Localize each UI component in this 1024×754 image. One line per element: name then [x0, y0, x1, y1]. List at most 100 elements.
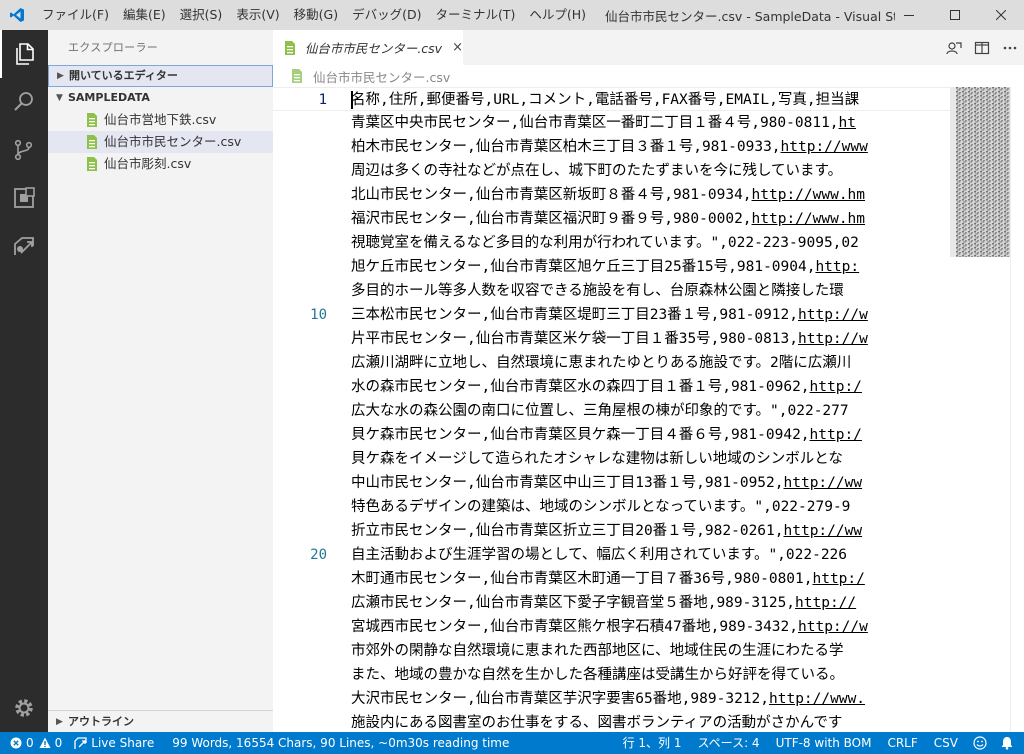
code-line[interactable]: 片平市民センター,仙台市青葉区米ケ袋一丁目１番35号,980-0813,http… — [273, 327, 950, 351]
code-line[interactable]: また、地域の豊かな自然を生かした各種講座は受講生から好評を得ている。 — [273, 663, 950, 687]
search-activity-button[interactable] — [0, 78, 48, 126]
code-link[interactable]: http://www. — [769, 691, 865, 707]
code-text: 折立市民センター,仙台市青葉区折立三丁目20番１号,982-0261,http:… — [351, 519, 862, 543]
extensions-activity-button[interactable] — [0, 174, 48, 222]
code-line[interactable]: 10 三本松市民センター,仙台市青葉区堤町三丁目23番１号,981-0912,ht… — [273, 303, 950, 327]
encoding-status[interactable]: UTF-8 with BOM — [768, 732, 880, 754]
menu-go[interactable]: 移動(G) — [287, 0, 345, 30]
code-link[interactable]: http://w — [798, 307, 868, 323]
minimap[interactable] — [950, 87, 1010, 732]
line-number — [273, 327, 327, 351]
code-line[interactable]: 青葉区中央市民センター,仙台市青葉区一番町二丁目１番４号,980-0811,ht — [273, 111, 950, 135]
code-link[interactable]: http://w — [798, 331, 868, 347]
minimize-icon — [904, 15, 914, 16]
code-line[interactable]: 多目的ホール等多人数を収容できる施設を有し、台原森林公園と隣接した環 — [273, 279, 950, 303]
tab-close-button[interactable]: × — [452, 40, 463, 55]
menu-view[interactable]: 表示(V) — [229, 0, 286, 30]
code-plain: 中山市民センター,仙台市青葉区中山三丁目13番１号,981-0952, — [351, 475, 784, 491]
maximize-button[interactable] — [932, 0, 978, 30]
menu-selection[interactable]: 選択(S) — [173, 0, 230, 30]
code-link[interactable]: http:/ — [810, 427, 862, 443]
open-preview-button[interactable] — [940, 34, 968, 62]
line-number — [273, 423, 327, 447]
code-line[interactable]: 旭ケ丘市民センター,仙台市青葉区旭ケ丘三丁目25番15号,981-0904,ht… — [273, 255, 950, 279]
folder-section[interactable]: ▼ SAMPLEDATA — [48, 87, 273, 109]
code-editor[interactable]: 1 名称,住所,郵便番号,URL,コメント,電話番号,FAX番号,EMAIL,写真… — [273, 87, 950, 732]
vertical-scrollbar[interactable] — [1010, 87, 1024, 732]
code-line[interactable]: 周辺は多くの寺社などが点在し、城下町のたたずまいを今に残しています。 — [273, 159, 950, 183]
code-line[interactable]: 20 自主活動および生涯学習の場として、幅広く利用されています。",022-226 — [273, 543, 950, 567]
code-line[interactable]: 折立市民センター,仙台市青葉区折立三丁目20番１号,982-0261,http:… — [273, 519, 950, 543]
file-item-civic-center[interactable]: 仙台市市民センター.csv — [48, 131, 273, 153]
problems-status[interactable]: 0 0 — [0, 732, 68, 754]
split-editor-button[interactable] — [968, 34, 996, 62]
code-line[interactable]: 大沢市民センター,仙台市青葉区芋沢字要害65番地,989-3212,http:/… — [273, 687, 950, 711]
code-link[interactable]: http://ww — [784, 523, 863, 539]
manage-activity-button[interactable] — [0, 684, 48, 732]
tab-civic-center-csv[interactable]: 仙台市市民センター.csv × — [273, 30, 463, 65]
file-item-sculpture[interactable]: 仙台市彫刻.csv — [48, 153, 273, 175]
source-control-activity-button[interactable] — [0, 126, 48, 174]
code-line[interactable]: 広瀬川湖畔に立地し、自然環境に恵まれたゆとりある施設です。2階に広瀬川 — [273, 351, 950, 375]
menu-debug[interactable]: デバッグ(D) — [345, 0, 428, 30]
code-link[interactable]: http: — [815, 259, 859, 275]
cursor-position-status[interactable]: 行 1、列 1 — [615, 732, 690, 754]
preview-icon — [946, 41, 962, 54]
notifications-button[interactable] — [994, 732, 1024, 754]
menu-edit[interactable]: 編集(E) — [116, 0, 173, 30]
menu-terminal[interactable]: ターミナル(T) — [428, 0, 522, 30]
csv-file-icon — [84, 156, 100, 172]
live-share-status[interactable]: Live Share — [68, 732, 160, 754]
open-editors-section[interactable]: ▶ 開いているエディター — [48, 65, 273, 87]
menu-help[interactable]: ヘルプ(H) — [522, 0, 593, 30]
code-line[interactable]: 北山市民センター,仙台市青葉区新坂町８番４号,981-0934,http://w… — [273, 183, 950, 207]
code-line[interactable]: 木町通市民センター,仙台市青葉区木町通一丁目７番36号,980-0801,htt… — [273, 567, 950, 591]
code-line[interactable]: 柏木市民センター,仙台市青葉区柏木三丁目３番１号,981-0933,http:/… — [273, 135, 950, 159]
outline-section[interactable]: ▶ アウトライン — [48, 710, 273, 732]
code-link[interactable]: http:// — [795, 595, 856, 611]
code-link[interactable]: http://ww — [784, 475, 863, 491]
code-plain: 旭ケ丘市民センター,仙台市青葉区旭ケ丘三丁目25番15号,981-0904, — [351, 259, 816, 275]
code-text: 施設内にある図書室のお仕事をする、図書ボランティアの活動がさかんです — [351, 711, 842, 732]
more-actions-button[interactable] — [996, 34, 1024, 62]
code-line[interactable]: 中山市民センター,仙台市青葉区中山三丁目13番１号,981-0952,http:… — [273, 471, 950, 495]
file-item-subway[interactable]: 仙台市営地下鉄.csv — [48, 109, 273, 131]
code-line[interactable]: 貝ケ森市民センター,仙台市青葉区貝ケ森一丁目４番６号,981-0942,http… — [273, 423, 950, 447]
live-share-activity-button[interactable] — [0, 222, 48, 270]
word-count-status[interactable]: 99 Words, 16554 Chars, 90 Lines, ~0m30s … — [166, 732, 515, 754]
editor-actions — [940, 30, 1024, 65]
code-line[interactable]: 福沢市民センター,仙台市青葉区福沢町９番９号,980-0002,http://w… — [273, 207, 950, 231]
code-link[interactable]: ht — [839, 115, 856, 131]
code-link[interactable]: http://www.hm — [752, 211, 866, 227]
code-line[interactable]: 広瀬市民センター,仙台市青葉区下愛子字観音堂５番地,989-3125,http:… — [273, 591, 950, 615]
breadcrumb-file[interactable]: 仙台市市民センター.csv — [313, 67, 450, 86]
code-line[interactable]: 水の森市民センター,仙台市青葉区水の森四丁目１番１号,981-0962,http… — [273, 375, 950, 399]
code-link[interactable]: http://www.hm — [752, 187, 866, 203]
close-window-button[interactable] — [978, 0, 1024, 30]
code-line[interactable]: 施設内にある図書室のお仕事をする、図書ボランティアの活動がさかんです — [273, 711, 950, 732]
code-line[interactable]: 市郊外の閑静な自然環境に恵まれた西部地区に、地域住民の生涯にわたる学 — [273, 639, 950, 663]
minimize-button[interactable] — [886, 0, 932, 30]
indentation-status[interactable]: スペース: 4 — [690, 732, 768, 754]
code-line[interactable]: 貝ケ森をイメージして造られたオシャレな建物は新しい地域のシンボルとな — [273, 447, 950, 471]
code-text: 多目的ホール等多人数を収容できる施設を有し、台原森林公園と隣接した環 — [351, 279, 844, 303]
code-line[interactable]: 1 名称,住所,郵便番号,URL,コメント,電話番号,FAX番号,EMAIL,写真… — [273, 87, 950, 111]
code-text: 宮城西市民センター,仙台市青葉区熊ケ根字石積47番地,989-3432,http… — [351, 615, 868, 639]
code-line[interactable]: 宮城西市民センター,仙台市青葉区熊ケ根字石積47番地,989-3432,http… — [273, 615, 950, 639]
minimap-slider[interactable] — [950, 87, 1010, 257]
language-status[interactable]: CSV — [926, 732, 966, 754]
code-link[interactable]: http://w — [798, 619, 868, 635]
feedback-button[interactable] — [966, 732, 994, 754]
code-line[interactable]: 特色あるデザインの建築は、地域のシンボルとなっています。",022-279-9 — [273, 495, 950, 519]
window-title: 仙台市市民センター.csv - SampleData - Visual Stud… — [605, 8, 895, 24]
code-link[interactable]: http:/ — [812, 571, 864, 587]
menu-file[interactable]: ファイル(F) — [34, 0, 116, 30]
folder-label: SAMPLEDATA — [68, 91, 150, 104]
code-line[interactable]: 視聴覚室を備えるなど多目的な利用が行われています。",022-223-9095,… — [273, 231, 950, 255]
code-line[interactable]: 広大な水の森公園の南口に位置し、三角屋根の棟が印象的です。",022-277 — [273, 399, 950, 423]
line-number — [273, 279, 327, 303]
eol-status[interactable]: CRLF — [879, 732, 925, 754]
explorer-activity-button[interactable] — [0, 30, 48, 78]
code-link[interactable]: http:/ — [810, 379, 862, 395]
code-link[interactable]: http://www — [781, 139, 868, 155]
